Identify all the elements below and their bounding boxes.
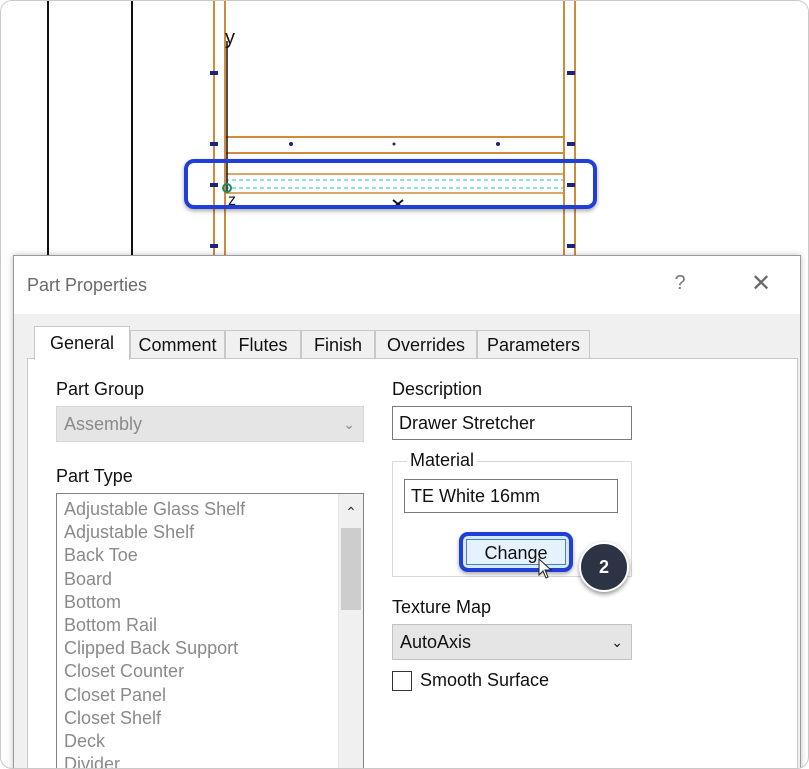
material-label: Material — [407, 450, 478, 471]
description-field[interactable]: Drawer Stretcher — [392, 406, 632, 440]
tab-flutes[interactable]: Flutes — [225, 330, 301, 358]
part-type-item[interactable]: Closet Shelf — [64, 707, 245, 730]
part-type-item[interactable]: Closet Counter — [64, 660, 245, 683]
texture-map-select[interactable]: AutoAxis ⌄ — [392, 624, 632, 660]
chevron-down-icon: ⌄ — [343, 416, 355, 432]
part-type-item[interactable]: Clipped Back Support — [64, 637, 245, 660]
change-material-button[interactable]: Change — [459, 532, 573, 572]
chevron-down-icon: ⌄ — [611, 634, 623, 650]
smooth-surface-label[interactable]: Smooth Surface — [420, 670, 549, 691]
part-type-listbox[interactable]: Adjustable Glass Shelf Adjustable Shelf Ba… — [56, 493, 364, 768]
tab-general[interactable]: General — [34, 326, 130, 360]
dialog-title: Part Properties — [27, 275, 148, 295]
selected-part-highlight — [184, 159, 597, 209]
part-group-select: Assembly ⌄ — [56, 406, 364, 442]
part-type-scrollbar[interactable]: ⌃ — [338, 494, 363, 768]
part-type-item[interactable]: Divider — [64, 753, 245, 768]
tab-parameters[interactable]: Parameters — [477, 330, 590, 358]
part-group-label: Part Group — [56, 379, 145, 399]
part-properties-dialog: Part Properties ? ✕ General Comment Flut… — [13, 255, 801, 768]
help-button[interactable]: ? — [668, 272, 692, 298]
dialog-titlebar[interactable]: Part Properties ? ✕ — [14, 256, 800, 314]
tab-comment[interactable]: Comment — [130, 330, 225, 358]
material-field[interactable]: TE White 16mm — [404, 479, 618, 513]
step-number-badge: 2 — [579, 542, 629, 592]
axis-y-label: y — [225, 27, 235, 49]
part-type-item[interactable]: Adjustable Shelf — [64, 521, 245, 544]
tab-overrides[interactable]: Overrides — [375, 330, 477, 358]
part-type-list: Adjustable Glass Shelf Adjustable Shelf Ba… — [64, 498, 245, 768]
part-type-item[interactable]: Bottom — [64, 591, 245, 614]
scroll-thumb[interactable] — [341, 528, 361, 610]
cad-drawing — [47, 1, 576, 261]
part-type-item[interactable]: Bottom Rail — [64, 614, 245, 637]
mouse-pointer-icon — [538, 558, 553, 579]
part-group-value: Assembly — [64, 414, 143, 434]
description-label: Description — [392, 379, 483, 399]
smooth-surface-checkbox[interactable] — [392, 671, 412, 691]
texture-map-label: Texture Map — [392, 597, 492, 617]
part-type-item[interactable]: Closet Panel — [64, 684, 245, 707]
screenshot-frame: y z Part Properties ? ✕ General Comment … — [0, 0, 809, 769]
part-type-item[interactable]: Board — [64, 568, 245, 591]
part-type-label: Part Type — [56, 466, 133, 486]
part-type-item[interactable]: Adjustable Glass Shelf — [64, 498, 245, 521]
part-type-item[interactable]: Back Toe — [64, 544, 245, 567]
texture-map-value: AutoAxis — [400, 632, 472, 652]
close-button[interactable]: ✕ — [747, 269, 775, 299]
cad-viewport[interactable]: y z — [1, 1, 808, 261]
scroll-up-icon[interactable]: ⌃ — [339, 500, 363, 524]
part-type-item[interactable]: Deck — [64, 730, 245, 753]
tab-finish[interactable]: Finish — [301, 330, 375, 358]
